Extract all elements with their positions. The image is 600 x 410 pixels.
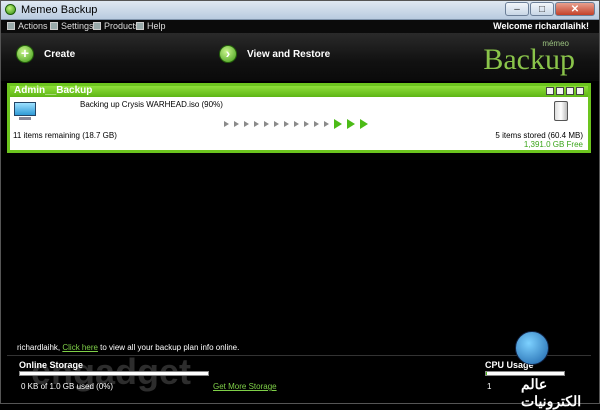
storage-used: 0 KB of 1.0 GB used (0%): [21, 382, 114, 391]
arrow-icon: [314, 121, 319, 127]
menu-actions[interactable]: Actions: [7, 21, 48, 31]
app-icon: [5, 4, 16, 15]
menu-help-label: Help: [147, 21, 166, 31]
menu-help[interactable]: Help: [136, 21, 166, 31]
plan-minimize-icon[interactable]: [566, 87, 574, 95]
plan-header: Admin__Backup: [10, 85, 588, 97]
plus-icon: +: [16, 45, 34, 63]
maximize-button[interactable]: □: [530, 2, 554, 16]
arabic-watermark: عالم الكترونيات: [521, 376, 582, 409]
arrow-icon: [324, 121, 329, 127]
menu-products-label: Products: [104, 21, 140, 31]
arrow-right-icon: ›: [219, 45, 237, 63]
menu-actions-label: Actions: [18, 21, 48, 31]
backup-status: Backing up Crysis WARHEAD.iso (90%): [80, 100, 223, 109]
brand-logo: Backup: [483, 37, 575, 75]
view-restore-button[interactable]: › View and Restore: [219, 45, 330, 63]
items-stored: 5 items stored (60.4 MB): [495, 131, 583, 140]
click-here-link[interactable]: Click here: [62, 343, 98, 352]
title-bar: Memeo Backup – □ ✕: [1, 1, 599, 20]
active-arrow-icon: [360, 119, 368, 129]
settings-icon: [50, 22, 58, 30]
arrow-icon: [254, 121, 259, 127]
plan-controls: [546, 87, 584, 95]
menu-products[interactable]: Products: [93, 21, 140, 31]
menu-settings[interactable]: Settings: [50, 21, 94, 31]
arrow-icon: [224, 121, 229, 127]
view-restore-label: View and Restore: [247, 48, 331, 60]
menu-bar: Actions Settings Products Help Welcome r…: [1, 20, 599, 33]
online-storage-label: Online Storage: [19, 360, 84, 370]
online-storage-bar: [19, 371, 209, 376]
footer-user: richardlaihk,: [17, 343, 63, 352]
active-arrow-icon: [347, 119, 355, 129]
cpu-usage-fill: [486, 372, 487, 375]
active-arrow-icon: [334, 119, 342, 129]
arrow-icon: [234, 121, 239, 127]
items-remaining: 11 items remaining (18.7 GB): [13, 131, 117, 140]
arrow-icon: [264, 121, 269, 127]
actions-icon: [7, 22, 15, 30]
cpu-usage-value: 1: [487, 382, 492, 391]
welcome-text: Welcome richardlaihk!: [493, 21, 589, 31]
memeo-backup-window: Memeo Backup – □ ✕ Actions Settings Prod…: [0, 0, 600, 409]
footer-divider: [7, 355, 591, 356]
minimize-button[interactable]: –: [505, 2, 529, 16]
window-controls: – □ ✕: [505, 2, 595, 16]
computer-icon: [14, 102, 36, 120]
plan-name: Admin__Backup: [14, 85, 93, 96]
arrow-icon: [304, 121, 309, 127]
online-info-message: richardlaihk, Click here to view all you…: [17, 343, 239, 352]
toolbar: + Create › View and Restore mémeo Backup: [1, 33, 599, 81]
globe-watermark-icon: [515, 331, 549, 365]
brand-title: Backup: [483, 43, 575, 76]
get-more-storage-link[interactable]: Get More Storage: [213, 382, 277, 391]
backup-plan-panel: Admin__Backup Backing up Crysis WARHEAD.…: [7, 83, 591, 153]
create-button[interactable]: + Create: [16, 45, 75, 63]
plan-options-icon[interactable]: [546, 87, 554, 95]
close-button[interactable]: ✕: [555, 2, 595, 16]
menu-settings-label: Settings: [61, 21, 94, 31]
create-label: Create: [44, 48, 76, 60]
transfer-arrows: [224, 119, 368, 129]
arrow-icon: [274, 121, 279, 127]
arrow-icon: [244, 121, 249, 127]
help-icon: [136, 22, 144, 30]
arrow-icon: [284, 121, 289, 127]
plan-expand-icon[interactable]: [576, 87, 584, 95]
plan-settings-icon[interactable]: [556, 87, 564, 95]
free-space: 1,391.0 GB Free: [523, 140, 583, 149]
arrow-icon: [294, 121, 299, 127]
plan-body: Backing up Crysis WARHEAD.iso (90%) 11 i…: [10, 97, 588, 150]
hard-drive-icon: [554, 101, 568, 121]
products-icon: [93, 22, 101, 30]
window-title: Memeo Backup: [21, 4, 98, 16]
footer-rest: to view all your backup plan info online…: [97, 343, 240, 352]
